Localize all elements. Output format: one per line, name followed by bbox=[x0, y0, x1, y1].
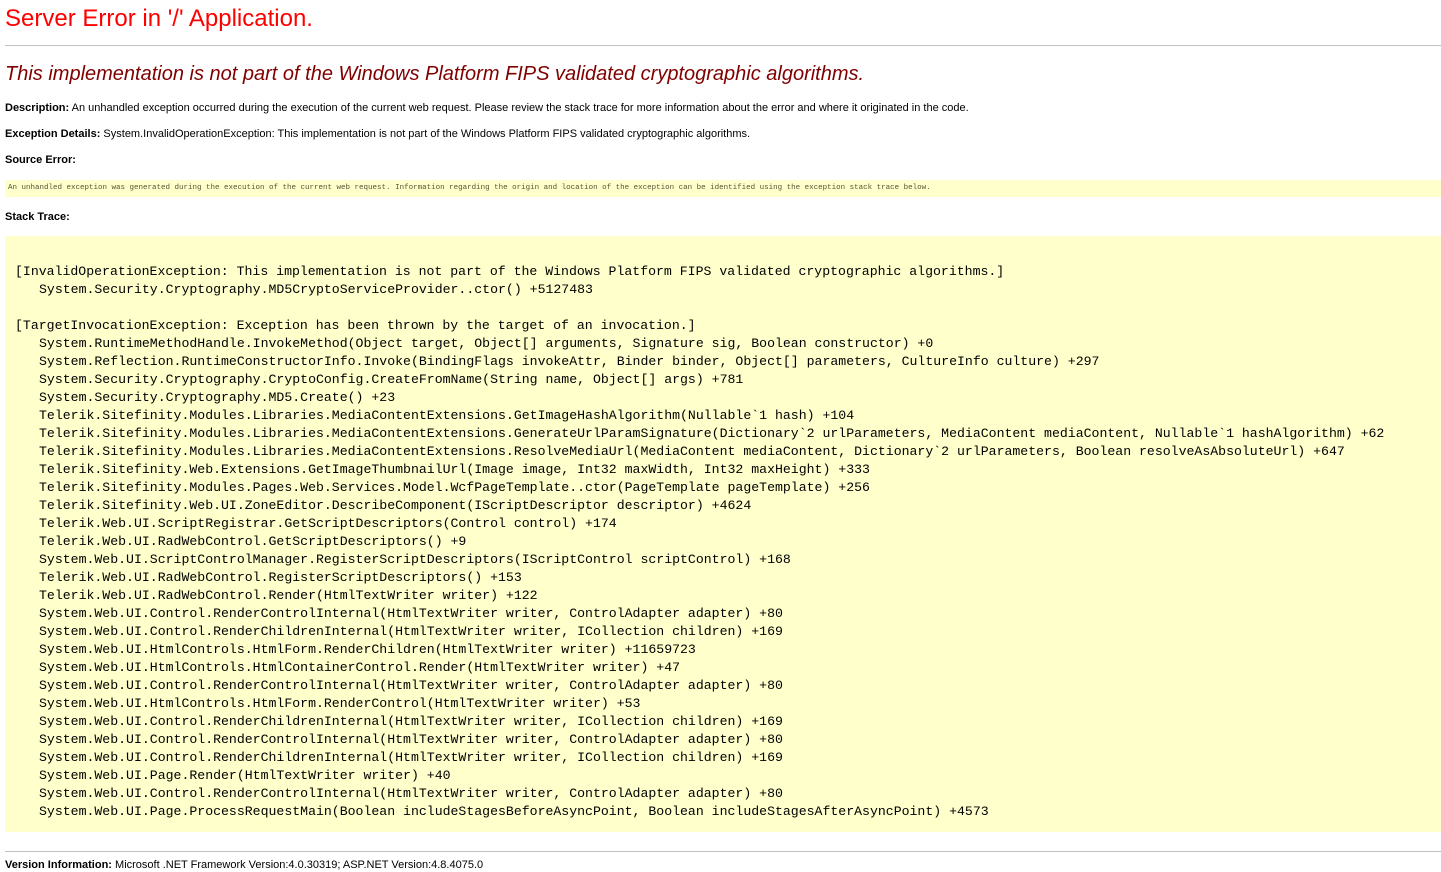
stack-trace-box[interactable]: [InvalidOperationException: This impleme… bbox=[5, 236, 1441, 832]
stack-frame: System.Reflection.RuntimeConstructorInfo… bbox=[39, 354, 1100, 369]
stack-frame: Telerik.Sitefinity.Modules.Libraries.Med… bbox=[39, 426, 1385, 441]
title-divider bbox=[5, 45, 1441, 46]
stack-frame: Telerik.Web.UI.RadWebControl.GetScriptDe… bbox=[39, 534, 467, 549]
version-divider bbox=[5, 851, 1441, 852]
stack-frame: Telerik.Sitefinity.Modules.Pages.Web.Ser… bbox=[39, 480, 870, 495]
stack-frame: System.Web.UI.Control.RenderControlInter… bbox=[39, 786, 783, 801]
source-error-label: Source Error: bbox=[5, 154, 76, 166]
exception-details-line: Exception Details: System.InvalidOperati… bbox=[5, 127, 750, 141]
source-error-text: An unhandled exception was generated dur… bbox=[8, 184, 931, 192]
page-title: Server Error in '/' Application. bbox=[5, 5, 313, 32]
stack-trace-heading: Stack Trace: bbox=[5, 210, 70, 224]
stack-frame: System.Web.UI.Control.RenderChildrenInte… bbox=[39, 714, 783, 729]
stack-frame: Telerik.Sitefinity.Modules.Libraries.Med… bbox=[39, 408, 855, 423]
version-information-text: Microsoft .NET Framework Version:4.0.303… bbox=[115, 859, 484, 871]
stack-frame: System.Web.UI.Page.ProcessRequestMain(Bo… bbox=[39, 804, 989, 819]
stack-frame: System.Web.UI.Page.Render(HtmlTextWriter… bbox=[39, 768, 451, 783]
stack-frame: Telerik.Sitefinity.Web.Extensions.GetIma… bbox=[39, 462, 870, 477]
stack-frame: Telerik.Web.UI.RadWebControl.RegisterScr… bbox=[39, 570, 522, 585]
stack-exception-header: [InvalidOperationException: This impleme… bbox=[15, 264, 1005, 279]
stack-trace-content: [InvalidOperationException: This impleme… bbox=[15, 263, 1384, 821]
stack-frame: System.Web.UI.HtmlControls.HtmlForm.Rend… bbox=[39, 696, 641, 711]
stack-frame: System.Web.UI.Control.RenderChildrenInte… bbox=[39, 750, 783, 765]
source-error-heading: Source Error: bbox=[5, 153, 76, 167]
exception-details-label: Exception Details: bbox=[5, 128, 101, 140]
stack-frame: System.Web.UI.Control.RenderControlInter… bbox=[39, 606, 783, 621]
stack-exception-header: [TargetInvocationException: Exception ha… bbox=[15, 318, 696, 333]
stack-frame: System.Web.UI.HtmlControls.HtmlForm.Rend… bbox=[39, 642, 696, 657]
stack-frame: System.Web.UI.ScriptControlManager.Regis… bbox=[39, 552, 791, 567]
version-information-line: Version Information: Microsoft .NET Fram… bbox=[5, 858, 483, 872]
stack-frame: Telerik.Web.UI.ScriptRegistrar.GetScript… bbox=[39, 516, 617, 531]
stack-frame: System.Web.UI.Control.RenderChildrenInte… bbox=[39, 624, 783, 639]
stack-frame: Telerik.Web.UI.RadWebControl.Render(Html… bbox=[39, 588, 538, 603]
stack-frame: System.Web.UI.HtmlControls.HtmlContainer… bbox=[39, 660, 681, 675]
error-message: This implementation is not part of the W… bbox=[5, 63, 865, 85]
stack-frame: Telerik.Sitefinity.Modules.Libraries.Med… bbox=[39, 444, 1345, 459]
description-text: An unhandled exception occurred during t… bbox=[71, 102, 969, 114]
stack-blank-line bbox=[15, 299, 1384, 317]
description-label: Description: bbox=[5, 102, 70, 114]
stack-frame: System.Security.Cryptography.MD5.Create(… bbox=[39, 390, 396, 405]
stack-trace-label: Stack Trace: bbox=[5, 211, 70, 223]
source-error-box: An unhandled exception was generated dur… bbox=[5, 180, 1441, 197]
stack-frame: System.Security.Cryptography.CryptoConfi… bbox=[39, 372, 744, 387]
stack-frame: System.Web.UI.Control.RenderControlInter… bbox=[39, 678, 783, 693]
description-line: Description: An unhandled exception occu… bbox=[5, 101, 969, 115]
stack-frame: System.RuntimeMethodHandle.InvokeMethod(… bbox=[39, 336, 934, 351]
stack-frame: Telerik.Sitefinity.Web.UI.ZoneEditor.Des… bbox=[39, 498, 752, 513]
stack-frame: System.Security.Cryptography.MD5CryptoSe… bbox=[39, 282, 593, 297]
version-information-label: Version Information: bbox=[5, 859, 112, 871]
stack-frame: System.Web.UI.Control.RenderControlInter… bbox=[39, 732, 783, 747]
exception-details-text: System.InvalidOperationException: This i… bbox=[103, 128, 751, 140]
